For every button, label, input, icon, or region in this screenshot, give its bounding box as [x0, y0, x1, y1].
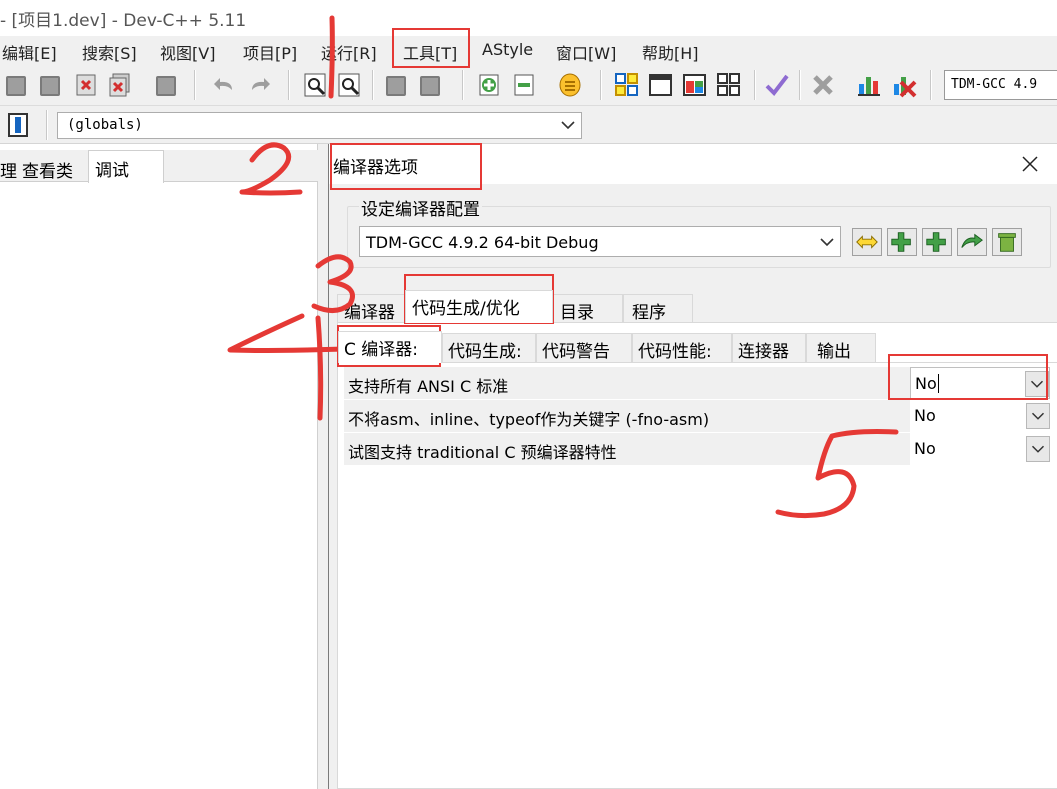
tile-grid-icon[interactable]	[716, 72, 742, 98]
menu-edit[interactable]: 编辑[E]	[2, 40, 57, 64]
tab-directories[interactable]: 目录	[553, 294, 623, 323]
secondary-toolbar: (globals)	[0, 106, 1057, 144]
rename-config-button[interactable]	[852, 228, 882, 256]
chevron-down-icon	[1030, 380, 1044, 388]
save-icon[interactable]	[6, 76, 26, 96]
c-compiler-options: 支持所有 ANSI C 标准 No 不将asm、inline、typeof作为关…	[340, 362, 1057, 788]
codegen-page: C 编译器: 代码生成: 代码警告 代码性能: 连接器 输出 支持所有 ANSI…	[337, 322, 1057, 789]
menu-tools[interactable]: 工具[T]	[403, 40, 457, 64]
menu-help[interactable]: 帮助[H]	[642, 40, 699, 64]
close-all-icon[interactable]	[108, 72, 134, 98]
replace-icon[interactable]	[337, 72, 363, 98]
find-icon[interactable]	[303, 72, 329, 98]
dropdown-button[interactable]	[1026, 436, 1050, 462]
tab-debug[interactable]: 调试	[88, 150, 164, 183]
chevron-down-icon	[1031, 412, 1045, 420]
tab-codegen-optimize[interactable]: 代码生成/优化	[405, 290, 553, 323]
pane-splitter[interactable]	[318, 144, 328, 789]
compiler-options-dialog: 编译器选项 设定编译器配置 TDM-GCC 4.9.2 64-bit Debug…	[328, 144, 1057, 789]
window-title: - [项目1.dev] - Dev-C++ 5.11	[0, 11, 247, 31]
export-config-button[interactable]	[957, 228, 987, 256]
close-icon[interactable]	[1018, 152, 1042, 176]
unindent-icon[interactable]	[420, 76, 440, 96]
option-value-text: No	[914, 439, 936, 458]
project-pane: 理 查看类 调试	[0, 144, 318, 789]
project-options-icon[interactable]	[557, 72, 583, 98]
subtab-code-generation[interactable]: 代码生成:	[442, 333, 536, 362]
menu-bar: 编辑[E] 搜索[S] 视图[V] 项目[P] 运行[R] 工具[T] ASty…	[0, 36, 1057, 64]
compiler-config-value: TDM-GCC 4.9.2 64-bit Debug	[366, 233, 599, 252]
title-bar: - [项目1.dev] - Dev-C++ 5.11	[0, 0, 1057, 36]
indent-icon[interactable]	[386, 76, 406, 96]
globals-combo-value: (globals)	[67, 117, 143, 133]
main-toolbar: TDM-GCC 4.9	[0, 64, 1057, 106]
globals-combo[interactable]: (globals)	[57, 112, 582, 139]
undo-icon[interactable]	[212, 72, 238, 98]
tab-programs[interactable]: 程序	[623, 294, 693, 323]
dropdown-button[interactable]	[1026, 403, 1050, 429]
compiler-combo[interactable]: TDM-GCC 4.9	[944, 70, 1057, 100]
stop-icon[interactable]	[810, 72, 836, 98]
project-pane-tabs: 理 查看类 调试	[0, 150, 318, 183]
chevron-down-icon	[1031, 445, 1045, 453]
redo-icon[interactable]	[246, 72, 272, 98]
option-label-ansi: 支持所有 ANSI C 标准	[344, 367, 910, 399]
dialog-title-bar: 编译器选项	[329, 144, 1057, 184]
chart-icon[interactable]	[856, 72, 882, 98]
delete-chart-icon[interactable]	[891, 72, 917, 98]
class-browser-icon[interactable]	[8, 113, 28, 137]
chevron-down-icon[interactable]	[559, 115, 577, 135]
subtab-c-compiler[interactable]: C 编译器:	[338, 331, 442, 363]
option-label-traditional-cpp: 试图支持 traditional C 预编译器特性	[344, 433, 910, 465]
tab-class-view[interactable]: 查看类	[16, 154, 79, 182]
add-file-icon[interactable]	[477, 72, 503, 98]
option-value-text: No	[915, 374, 937, 393]
check-syntax-icon[interactable]	[764, 72, 790, 98]
close-file-icon[interactable]	[74, 72, 100, 98]
add-config-alt-button[interactable]	[922, 228, 952, 256]
option-value-ansi[interactable]: No	[910, 367, 1050, 399]
delete-config-button[interactable]	[992, 228, 1022, 256]
menu-astyle[interactable]: AStyle	[482, 40, 533, 59]
compiler-config-select[interactable]: TDM-GCC 4.9.2 64-bit Debug	[359, 226, 841, 257]
menu-window[interactable]: 窗口[W]	[556, 40, 616, 64]
add-config-button[interactable]	[887, 228, 917, 256]
option-value-fno-asm[interactable]: No	[910, 400, 1050, 432]
subtab-code-warnings[interactable]: 代码警告	[536, 333, 632, 362]
menu-search[interactable]: 搜索[S]	[82, 40, 137, 64]
print-icon[interactable]	[156, 76, 176, 96]
subtab-linker[interactable]: 连接器	[732, 333, 806, 362]
dropdown-button[interactable]	[1025, 371, 1049, 397]
save-all-icon[interactable]	[40, 76, 60, 96]
tile-color-icon[interactable]	[682, 72, 708, 98]
dialog-title: 编译器选项	[333, 158, 418, 178]
compiler-config-label: 设定编译器配置	[359, 195, 482, 220]
grid-view-icon[interactable]	[614, 72, 640, 98]
menu-project[interactable]: 项目[P]	[243, 40, 297, 64]
tab-compiler[interactable]: 编译器	[337, 294, 405, 323]
option-value-text: No	[914, 406, 936, 425]
subtab-code-profiling[interactable]: 代码性能:	[632, 333, 732, 362]
option-label-fno-asm: 不将asm、inline、typeof作为关键字 (-fno-asm)	[344, 400, 910, 432]
chevron-down-icon[interactable]	[818, 232, 836, 252]
menu-view[interactable]: 视图[V]	[160, 40, 215, 64]
window-icon[interactable]	[648, 72, 674, 98]
option-value-traditional-cpp[interactable]: No	[910, 433, 1050, 465]
remove-file-icon[interactable]	[512, 72, 538, 98]
menu-run[interactable]: 运行[R]	[321, 40, 377, 64]
subtab-output[interactable]: 输出	[806, 333, 876, 362]
